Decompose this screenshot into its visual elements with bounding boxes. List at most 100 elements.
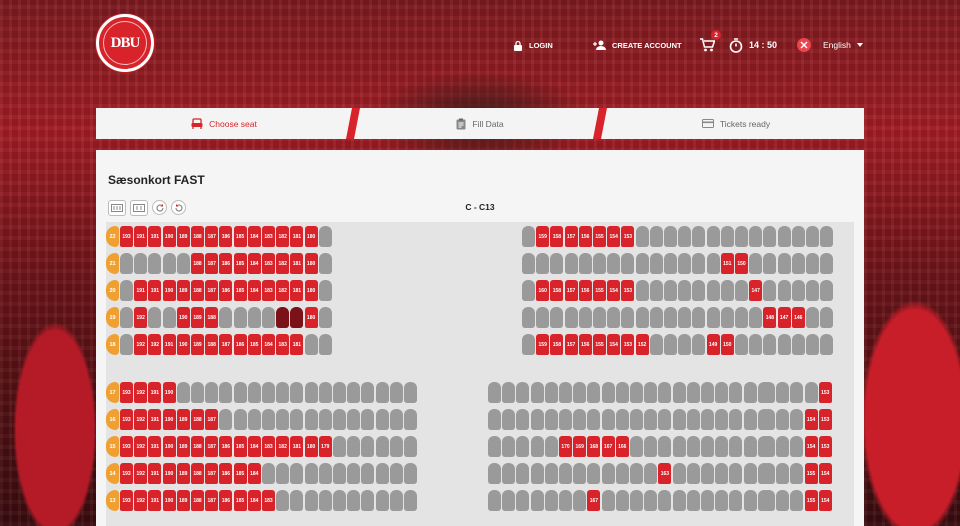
available-seat[interactable]: 189 xyxy=(191,334,204,355)
taken-seat[interactable] xyxy=(672,490,686,511)
taken-seat[interactable] xyxy=(318,226,332,247)
available-seat[interactable]: 183 xyxy=(262,226,275,247)
taken-seat[interactable] xyxy=(247,409,261,430)
available-seat[interactable]: 180 xyxy=(304,226,318,247)
taken-seat[interactable] xyxy=(304,334,318,355)
available-seat[interactable]: 181 xyxy=(290,253,304,274)
taken-seat[interactable] xyxy=(820,253,834,274)
taken-seat[interactable] xyxy=(318,307,332,328)
available-seat[interactable]: 184 xyxy=(262,334,275,355)
taken-seat[interactable] xyxy=(630,382,643,403)
taken-seat[interactable] xyxy=(649,334,663,355)
available-seat[interactable]: 180 xyxy=(304,280,318,301)
taken-seat[interactable] xyxy=(743,382,757,403)
available-seat[interactable]: 188 xyxy=(205,334,219,355)
available-seat[interactable]: 182 xyxy=(276,226,290,247)
taken-seat[interactable] xyxy=(573,382,587,403)
taken-seat[interactable] xyxy=(701,409,714,430)
taken-seat[interactable] xyxy=(615,490,629,511)
taken-seat[interactable] xyxy=(559,382,572,403)
available-seat[interactable]: 159 xyxy=(536,334,550,355)
available-seat[interactable]: 185 xyxy=(233,253,247,274)
available-seat[interactable]: 191 xyxy=(148,226,162,247)
taken-seat[interactable] xyxy=(649,226,663,247)
taken-seat[interactable] xyxy=(806,226,819,247)
taken-seat[interactable] xyxy=(247,382,261,403)
taken-seat[interactable] xyxy=(361,436,375,457)
available-seat[interactable]: 158 xyxy=(550,226,564,247)
available-seat[interactable]: 181 xyxy=(290,280,304,301)
taken-seat[interactable] xyxy=(776,436,790,457)
taken-seat[interactable] xyxy=(587,409,601,430)
taken-seat[interactable] xyxy=(120,307,133,328)
available-seat[interactable]: 188 xyxy=(191,280,204,301)
taken-seat[interactable] xyxy=(715,436,729,457)
taken-seat[interactable] xyxy=(615,409,629,430)
available-seat[interactable]: 184 xyxy=(247,463,261,484)
taken-seat[interactable] xyxy=(375,382,389,403)
taken-seat[interactable] xyxy=(162,253,176,274)
available-seat[interactable]: 179 xyxy=(318,436,332,457)
taken-seat[interactable] xyxy=(644,382,658,403)
taken-seat[interactable] xyxy=(615,382,629,403)
taken-seat[interactable] xyxy=(559,463,572,484)
taken-seat[interactable] xyxy=(389,382,403,403)
available-seat[interactable]: 147 xyxy=(749,280,763,301)
available-seat[interactable]: 158 xyxy=(550,280,564,301)
taken-seat[interactable] xyxy=(607,253,621,274)
taken-seat[interactable] xyxy=(564,307,578,328)
available-seat[interactable]: 187 xyxy=(205,280,219,301)
taken-seat[interactable] xyxy=(649,280,663,301)
taken-seat[interactable] xyxy=(790,382,804,403)
taken-seat[interactable] xyxy=(536,253,550,274)
taken-seat[interactable] xyxy=(664,226,677,247)
taken-seat[interactable] xyxy=(162,307,176,328)
available-seat[interactable]: 184 xyxy=(247,436,261,457)
language-selector[interactable]: English xyxy=(797,36,863,54)
taken-seat[interactable] xyxy=(347,382,361,403)
taken-seat[interactable] xyxy=(729,490,743,511)
available-seat[interactable]: 166 xyxy=(615,436,629,457)
taken-seat[interactable] xyxy=(658,436,672,457)
taken-seat[interactable] xyxy=(276,382,290,403)
taken-seat[interactable] xyxy=(502,490,516,511)
taken-seat[interactable] xyxy=(361,382,375,403)
available-seat[interactable]: 192 xyxy=(134,307,148,328)
taken-seat[interactable] xyxy=(404,436,417,457)
taken-seat[interactable] xyxy=(820,280,834,301)
taken-seat[interactable] xyxy=(530,409,544,430)
taken-seat[interactable] xyxy=(148,307,162,328)
taken-seat[interactable] xyxy=(790,463,804,484)
available-seat[interactable]: 187 xyxy=(205,226,219,247)
available-seat[interactable]: 187 xyxy=(205,409,219,430)
taken-seat[interactable] xyxy=(820,307,834,328)
taken-seat[interactable] xyxy=(791,280,805,301)
available-seat[interactable]: 187 xyxy=(219,334,233,355)
taken-seat[interactable] xyxy=(205,382,219,403)
taken-seat[interactable] xyxy=(488,436,501,457)
taken-seat[interactable] xyxy=(664,334,677,355)
available-seat[interactable]: 189 xyxy=(176,436,190,457)
available-seat[interactable]: 181 xyxy=(290,334,304,355)
available-seat[interactable]: 185 xyxy=(233,436,247,457)
available-seat[interactable]: 191 xyxy=(148,382,162,403)
taken-seat[interactable] xyxy=(333,409,346,430)
taken-seat[interactable] xyxy=(333,490,346,511)
available-seat[interactable]: 156 xyxy=(578,280,592,301)
available-seat[interactable]: 146 xyxy=(791,307,805,328)
taken-seat[interactable] xyxy=(820,334,834,355)
available-seat[interactable]: 183 xyxy=(262,253,275,274)
taken-seat[interactable] xyxy=(120,280,133,301)
taken-seat[interactable] xyxy=(304,490,318,511)
taken-seat[interactable] xyxy=(318,409,332,430)
available-seat[interactable]: 180 xyxy=(304,253,318,274)
taken-seat[interactable] xyxy=(635,253,649,274)
available-seat[interactable]: 153 xyxy=(818,436,832,457)
taken-seat[interactable] xyxy=(644,463,658,484)
available-seat[interactable]: 190 xyxy=(162,436,176,457)
available-seat[interactable]: 188 xyxy=(191,463,204,484)
taken-seat[interactable] xyxy=(777,334,791,355)
taken-seat[interactable] xyxy=(686,382,700,403)
taken-seat[interactable] xyxy=(544,436,558,457)
taken-seat[interactable] xyxy=(635,307,649,328)
